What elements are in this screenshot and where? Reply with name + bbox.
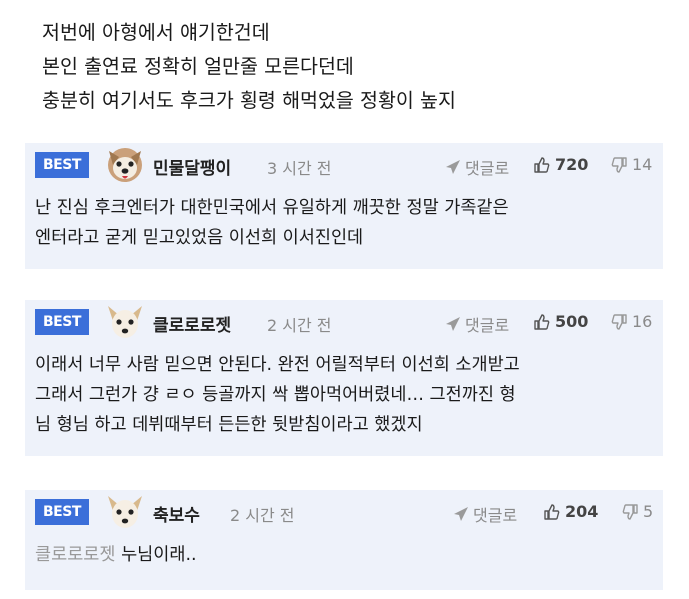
comment-text: 클로로로젯 누님이래.. [25,534,663,570]
nickname[interactable]: 클로로로젯 [153,311,231,336]
comment-line: 그래서 그런가 걍 ㄹㅇ 등골까지 싹 뽑아먹어버렸네… 그전까진 형 [35,385,516,405]
like-count: 204 [565,502,599,521]
post-line: 충분히 여기서도 후크가 횡령 해먹었을 정황이 높지 [42,89,456,112]
comment-header: BEST 클로로로젯 2 시간 전 댓글로 500 16 [25,300,663,344]
dislike-count: 14 [632,155,653,174]
like-button[interactable]: 500 [533,312,588,331]
comment-line: 이래서 너무 사람 믿으면 안된다. 완전 어릴적부터 이선희 소개받고 [35,355,520,375]
thumbs-up-icon [534,313,550,330]
comment-line: 엔터라고 굳게 믿고있었음 이선희 이서진인데 [35,228,364,248]
thumbs-down-icon [611,313,627,330]
reply-label: 댓글로 [465,159,510,178]
reply-label: 댓글로 [465,316,510,335]
timestamp: 2 시간 전 [267,316,332,335]
reply-button[interactable]: 댓글로 [445,155,509,179]
dislike-count: 5 [643,502,654,521]
send-arrow-icon [446,317,460,331]
nickname[interactable]: 축보수 [153,501,200,526]
comment-card: BEST 축보수 2 시간 전 댓글로 204 5 클로로로젯 누님이래.. [25,490,663,590]
comment-line: 님 형님 하고 데뷔때부터 든든한 뒷받침이라고 했겠지 [35,415,423,435]
avatar[interactable] [105,147,145,183]
timestamp: 2 시간 전 [230,506,295,525]
dog-avatar-icon [108,306,142,338]
post-line: 본인 출연료 정확히 얼만줄 모른다던데 [42,55,354,78]
dog-avatar-icon [108,148,142,182]
post-line: 저번에 아형에서 얘기한건데 [42,21,270,44]
like-count: 720 [555,155,589,174]
post-body: 저번에 아형에서 얘기한건데 본인 출연료 정확히 얼만줄 모른다던데 충분히 … [0,0,689,118]
dislike-button[interactable]: 16 [610,312,652,331]
best-badge: BEST [35,309,89,335]
comment-line: 누님이래.. [121,545,197,565]
mention-link[interactable]: 클로로로젯 [35,545,116,565]
dislike-button[interactable]: 5 [621,502,653,521]
thumbs-up-icon [544,503,560,520]
thumbs-down-icon [611,156,627,173]
thumbs-up-icon [534,156,550,173]
reply-label: 댓글로 [473,506,518,525]
comment-card: BEST 민물달팽이 3 시간 전 댓글로 720 14 난 진심 후크엔터가 … [25,143,663,269]
timestamp: 3 시간 전 [267,159,332,178]
send-arrow-icon [446,160,460,174]
nickname[interactable]: 민물달팽이 [153,154,231,179]
reply-button[interactable]: 댓글로 [453,502,517,526]
send-arrow-icon [454,507,468,521]
like-button[interactable]: 720 [533,155,588,174]
dog-avatar-icon [108,496,142,528]
comment-text: 이래서 너무 사람 믿으면 안된다. 완전 어릴적부터 이선희 소개받고 그래서… [25,344,663,440]
comment-text: 난 진심 후크엔터가 대한민국에서 유일하게 깨끗한 정말 가족같은 엔터라고 … [25,187,663,253]
comment-line: 난 진심 후크엔터가 대한민국에서 유일하게 깨끗한 정말 가족같은 [35,198,509,218]
avatar[interactable] [105,494,145,530]
best-badge: BEST [35,499,89,525]
dislike-count: 16 [632,312,653,331]
comment-header: BEST 축보수 2 시간 전 댓글로 204 5 [25,490,663,534]
avatar[interactable] [105,304,145,340]
best-badge: BEST [35,152,89,178]
reply-button[interactable]: 댓글로 [445,312,509,336]
thumbs-down-icon [622,503,638,520]
like-count: 500 [555,312,589,331]
like-button[interactable]: 204 [543,502,598,521]
comment-header: BEST 민물달팽이 3 시간 전 댓글로 720 14 [25,143,663,187]
comment-card: BEST 클로로로젯 2 시간 전 댓글로 500 16 이래서 너무 사람 믿… [25,300,663,456]
dislike-button[interactable]: 14 [610,155,652,174]
